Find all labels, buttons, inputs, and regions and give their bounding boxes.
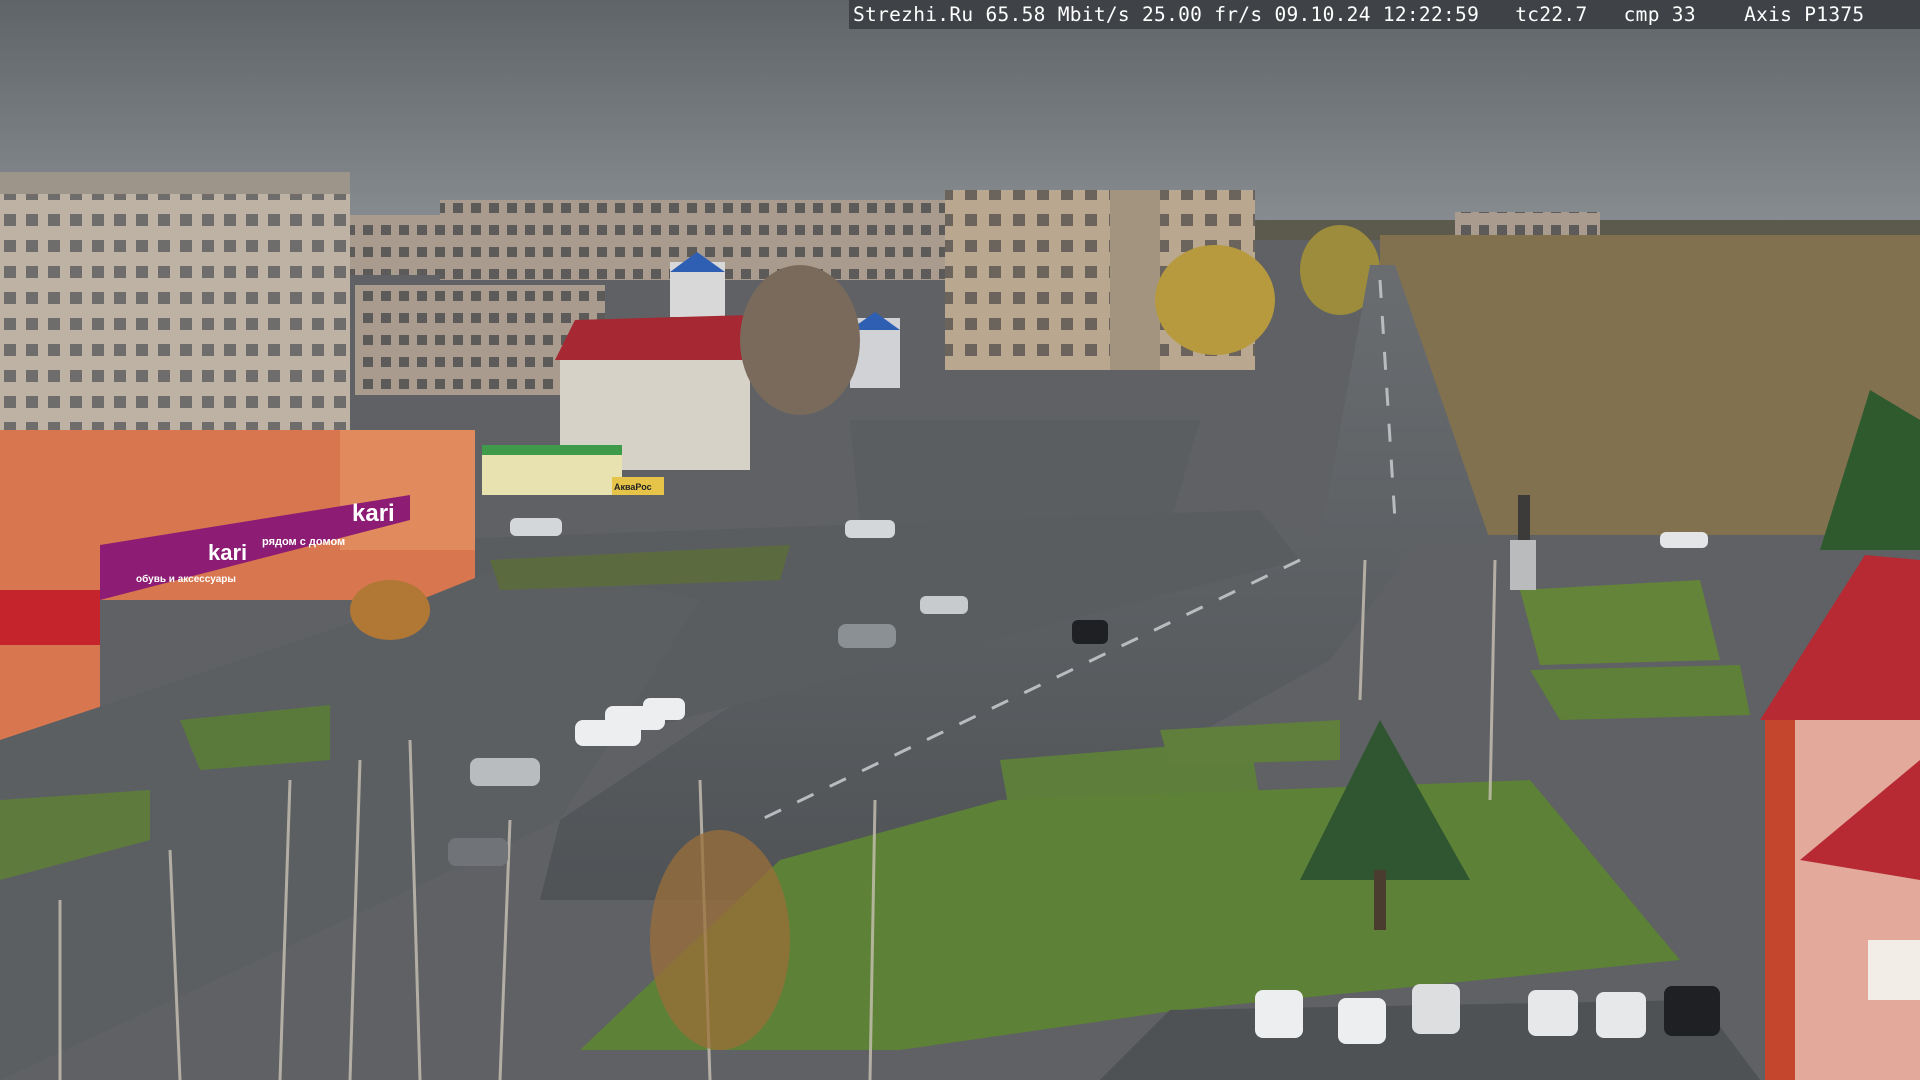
osd-cmp: cmp 33	[1623, 3, 1696, 26]
camera-view: kari рядом с домом kari обувь и аксессуа…	[0, 0, 1920, 1080]
parking-lot	[850, 420, 1200, 525]
osd-camera: Axis P1375	[1744, 3, 1865, 26]
osd-bitrate: 65.58 Mbit/s	[985, 3, 1130, 26]
osd-framerate: 25.00 fr/s	[1141, 3, 1263, 26]
pharmacy-sign: АкваРос	[614, 482, 652, 492]
osd-site: Strezhi.Ru	[853, 3, 974, 26]
osd-date: 09.10.24	[1274, 3, 1371, 26]
kari-sign-sub: обувь и аксессуары	[136, 573, 236, 585]
kari-sign-lower: kari	[208, 540, 247, 565]
street-scene: kari рядом с домом kari обувь и аксессуа…	[0, 0, 1920, 1080]
camera-info-overlay: Strezhi.Ru 65.58 Mbit/s 25.00 fr/s 09.10…	[849, 0, 1920, 29]
autumn-tree-front	[650, 830, 790, 1050]
kari-sign-slogan: рядом с домом	[262, 536, 345, 548]
kari-sign-upper: kari	[352, 500, 395, 527]
autumn-tree-left	[350, 580, 430, 640]
osd-tc: tc22.7	[1515, 3, 1588, 26]
osd-time: 12:22:59	[1382, 3, 1480, 26]
